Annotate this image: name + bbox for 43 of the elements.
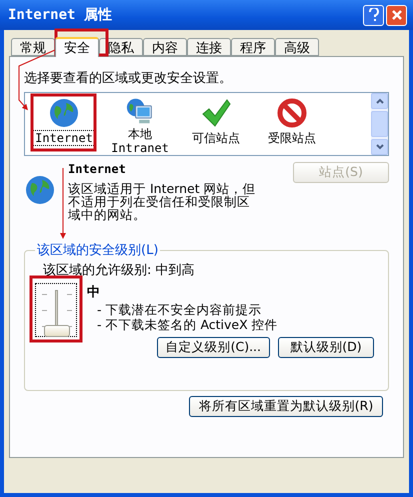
pointer-arrow [60, 168, 66, 239]
level-description: - 不下载未签名的 ActiveX 控件 [96, 318, 278, 331]
zone-description: 该区域适用于 Internet 网站，但不适用于列在受信任和受限制区域中的网站。 [68, 182, 257, 221]
tab[interactable]: 高级 [275, 38, 319, 56]
zone-item[interactable]: 受限站点 [261, 97, 323, 155]
allowed-level-label: 该区域的允许级别: 中到高 [42, 262, 196, 279]
tab[interactable]: 程序 [231, 38, 275, 56]
reset-all-button[interactable]: 将所有区域重置为默认级别(R) [189, 396, 383, 417]
zone-item[interactable]: 可信站点 [185, 97, 247, 155]
scroll-down-button[interactable] [371, 138, 388, 155]
tab[interactable]: 常规 [11, 38, 55, 56]
check-mark-icon [200, 97, 232, 129]
zone-title: Internet [68, 162, 127, 176]
highlight-frame [30, 276, 82, 342]
zone-item[interactable]: 本地 Intranet [109, 97, 171, 155]
chevron-down-icon [376, 144, 384, 150]
chevron-up-icon [376, 98, 384, 104]
globe-icon [24, 174, 56, 206]
security-slider[interactable] [35, 283, 77, 337]
level-button[interactable]: 默认级别(D) [278, 337, 374, 358]
highlight-frame [54, 28, 108, 56]
tab[interactable]: 内容 [143, 38, 187, 56]
no-entry-icon [276, 97, 308, 129]
tab[interactable]: 安全 [55, 37, 99, 57]
highlight-frame [30, 94, 96, 152]
help-button[interactable] [363, 4, 384, 26]
level-description: - 下载潜在不安全内容前提示 [96, 303, 262, 316]
tab[interactable]: 隐私 [99, 38, 143, 56]
zone-prompt: 选择要查看的区域或更改安全设置。 [24, 70, 233, 87]
window-title: Internet 属性 [8, 6, 112, 24]
help-icon [368, 8, 378, 22]
level-name: 中 [87, 284, 101, 301]
zone-item[interactable]: Internet [33, 97, 95, 155]
globe-icon [48, 97, 80, 129]
close-icon [390, 9, 402, 21]
level-button[interactable]: 自定义级别(C)... [156, 337, 270, 358]
slider-thumb[interactable] [44, 324, 70, 337]
scrollbar[interactable] [371, 93, 388, 155]
group-label: 该区域的安全级别(L) [36, 242, 160, 259]
scroll-thumb[interactable] [371, 111, 388, 137]
close-button[interactable] [386, 4, 407, 26]
scroll-up-button[interactable] [371, 93, 388, 110]
tab[interactable]: 连接 [187, 38, 231, 56]
